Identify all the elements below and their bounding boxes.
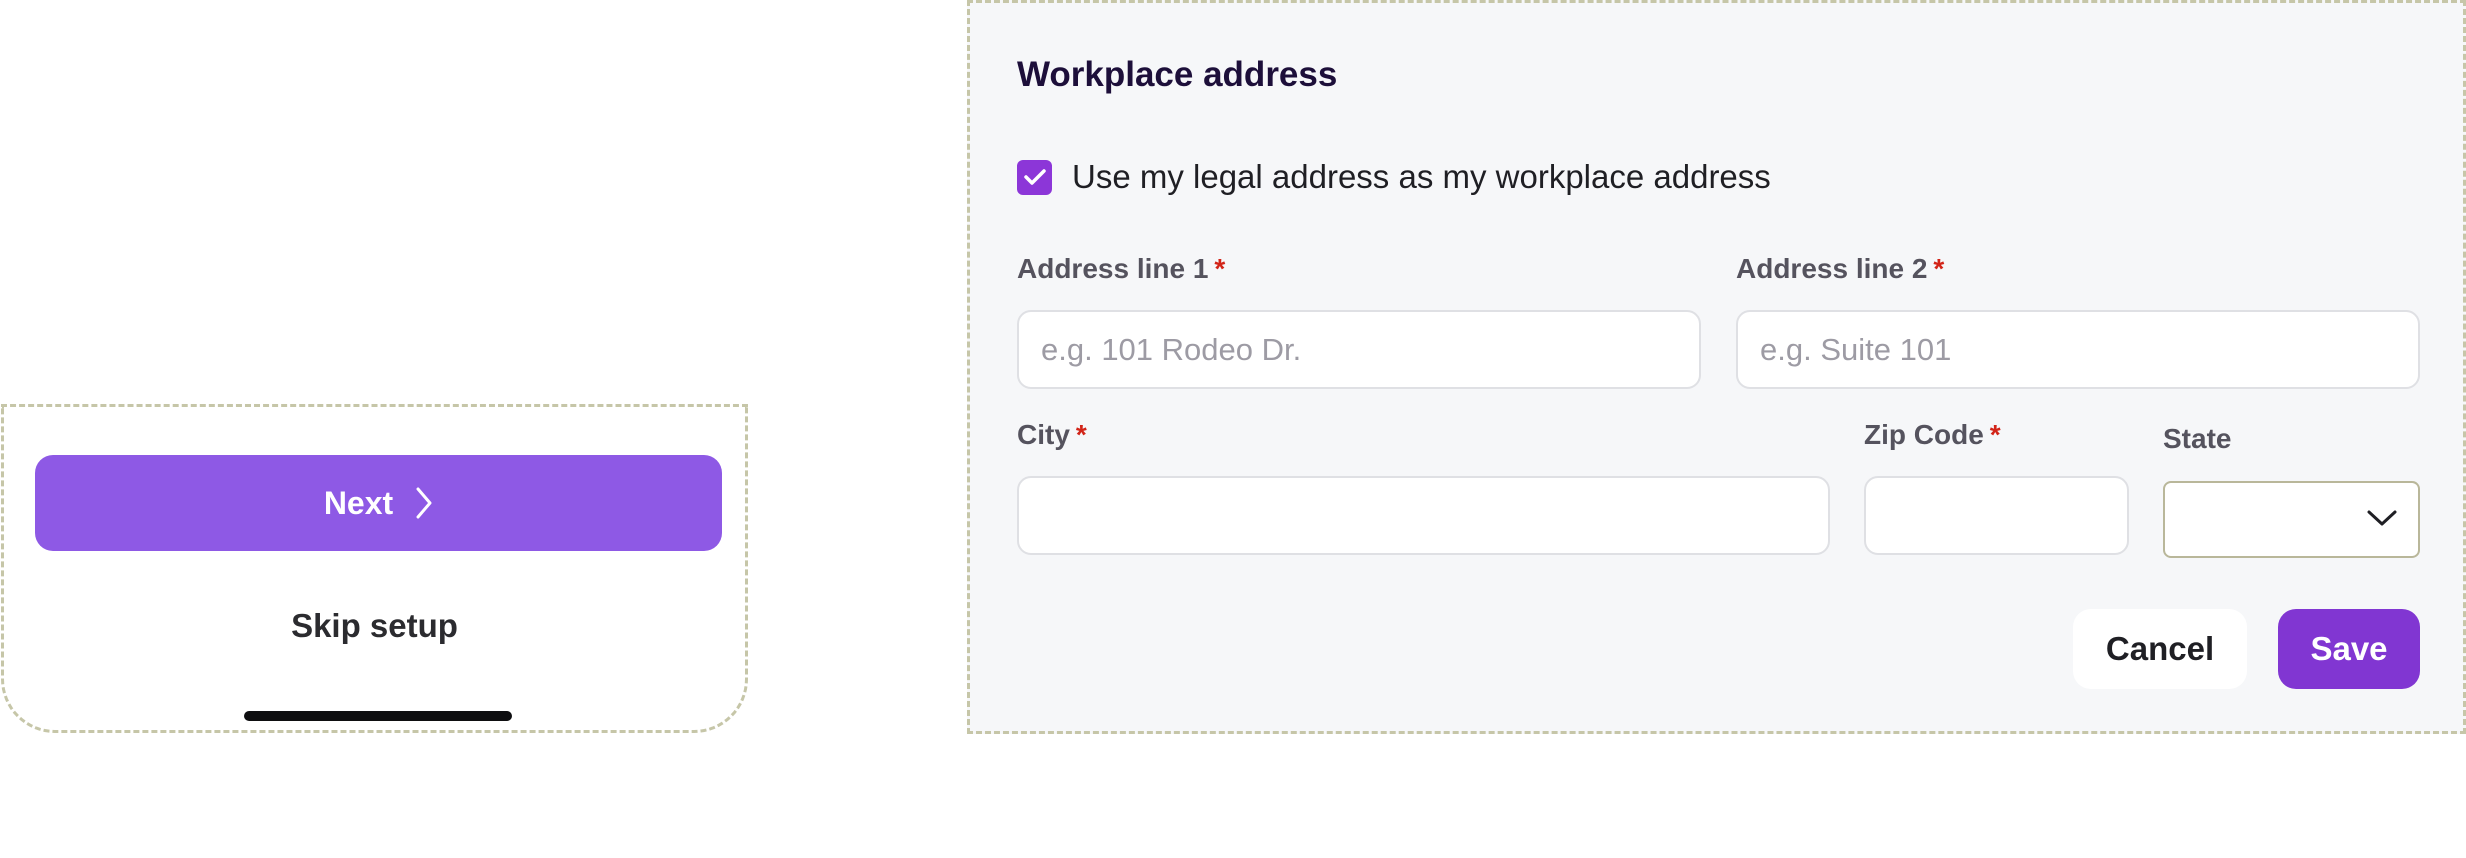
next-button[interactable]: Next [35,455,722,551]
use-legal-address-checkbox-row[interactable]: Use my legal address as my workplace add… [1017,158,1771,196]
address-line-2-label: Address line 2 * [1736,253,1944,285]
zip-code-label-text: Zip Code [1864,419,1984,450]
home-indicator [244,711,512,721]
state-label-text: State [2163,423,2232,454]
required-mark: * [1214,253,1226,284]
address-line-1-input[interactable] [1017,310,1701,389]
canvas: Next Skip setup Workplace address Use my… [0,0,2466,858]
cancel-button[interactable]: Cancel [2073,609,2247,689]
zip-code-input[interactable] [1864,476,2129,555]
city-label-text: City [1017,419,1070,450]
chevron-right-icon [415,486,433,520]
skip-setup-link[interactable]: Skip setup [4,607,745,645]
required-mark: * [1933,253,1945,284]
required-mark: * [1989,419,2001,450]
mobile-footer-card: Next Skip setup [1,404,748,733]
use-legal-address-label: Use my legal address as my workplace add… [1072,158,1771,195]
checkmark-icon [1023,169,1046,185]
required-mark: * [1075,419,1087,450]
use-legal-address-checkbox[interactable] [1017,159,1052,195]
city-label: City * [1017,419,1087,451]
address-line-2-input[interactable] [1736,310,2420,389]
save-button[interactable]: Save [2278,609,2420,689]
workplace-address-form: Workplace address Use my legal address a… [967,0,2466,734]
state-label: State [2163,423,2231,455]
address-line-2-label-text: Address line 2 [1736,253,1928,284]
address-line-1-label-text: Address line 1 [1017,253,1209,284]
state-select[interactable] [2163,481,2420,558]
chevron-down-icon [2366,509,2398,532]
zip-code-label: Zip Code * [1864,419,2001,451]
next-button-label: Next [323,484,394,521]
address-line-1-label: Address line 1 * [1017,253,1225,285]
form-title: Workplace address [1017,55,1338,94]
city-input[interactable] [1017,476,1830,555]
